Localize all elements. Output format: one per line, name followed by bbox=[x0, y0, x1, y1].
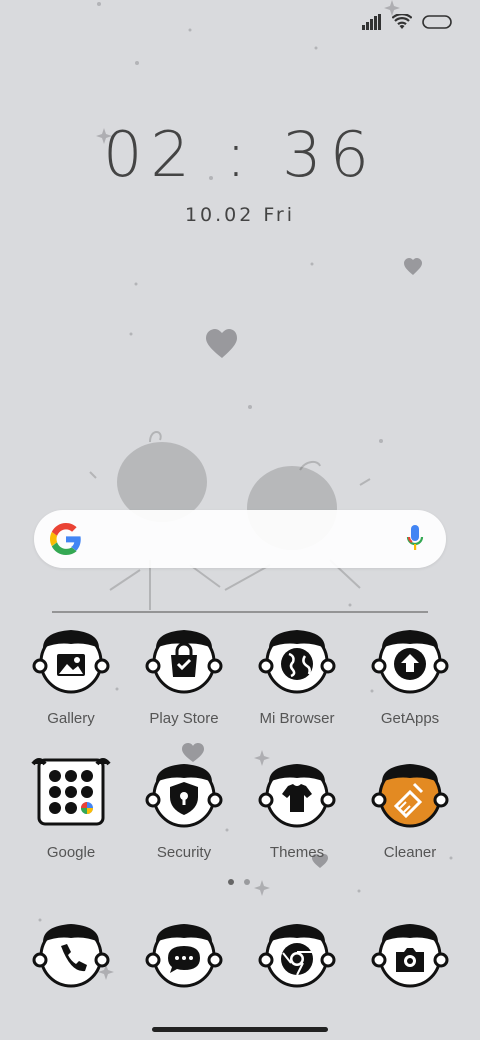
clock-time[interactable]: 02 : 36 bbox=[0, 118, 480, 191]
google-search-bar[interactable] bbox=[34, 510, 446, 568]
dock-messages[interactable] bbox=[128, 916, 240, 996]
app-label: Gallery bbox=[47, 710, 95, 727]
app-getapps[interactable]: GetApps bbox=[354, 622, 466, 727]
messages-icon bbox=[145, 924, 223, 988]
app-security[interactable]: Security bbox=[128, 756, 240, 861]
gallery-icon bbox=[32, 630, 110, 694]
getapps-icon bbox=[371, 630, 449, 694]
chrome-icon bbox=[258, 924, 336, 988]
status-bar bbox=[362, 10, 452, 34]
app-folder-google[interactable]: Google bbox=[15, 756, 127, 861]
app-label: Themes bbox=[269, 844, 325, 861]
app-cleaner[interactable]: Cleaner bbox=[354, 756, 466, 861]
app-mi-browser[interactable]: Mi Browser bbox=[241, 622, 353, 727]
dock-camera[interactable] bbox=[354, 916, 466, 996]
app-gallery[interactable]: Gallery bbox=[15, 622, 127, 727]
app-play-store[interactable]: Play Store bbox=[128, 622, 240, 727]
browser-icon bbox=[258, 630, 336, 694]
page-indicator[interactable] bbox=[228, 879, 250, 885]
signal-icon bbox=[362, 14, 381, 30]
app-label: Play Store bbox=[149, 710, 219, 727]
camera-icon bbox=[371, 924, 449, 988]
page-dot bbox=[244, 879, 250, 885]
app-themes[interactable]: Themes bbox=[241, 756, 353, 861]
app-label: Security bbox=[156, 844, 212, 861]
cleaner-icon bbox=[371, 764, 449, 828]
phone-icon bbox=[32, 924, 110, 988]
clock-date: 10.02 Fri bbox=[184, 204, 296, 226]
app-label: Cleaner bbox=[383, 844, 437, 861]
play-store-icon bbox=[145, 630, 223, 694]
app-label: Google bbox=[46, 844, 96, 861]
mic-icon[interactable] bbox=[406, 524, 424, 554]
page-dot-active bbox=[228, 879, 234, 885]
dock-chrome[interactable] bbox=[241, 916, 353, 996]
wifi-icon bbox=[392, 14, 412, 29]
battery-icon bbox=[422, 15, 452, 29]
google-folder-icon bbox=[31, 758, 111, 826]
themes-icon bbox=[258, 764, 336, 828]
dock-phone[interactable] bbox=[15, 916, 127, 996]
home-gesture-bar[interactable] bbox=[152, 1027, 328, 1032]
google-g-icon bbox=[50, 523, 81, 555]
app-label: GetApps bbox=[380, 710, 440, 727]
app-label: Mi Browser bbox=[259, 710, 335, 727]
security-icon bbox=[145, 764, 223, 828]
